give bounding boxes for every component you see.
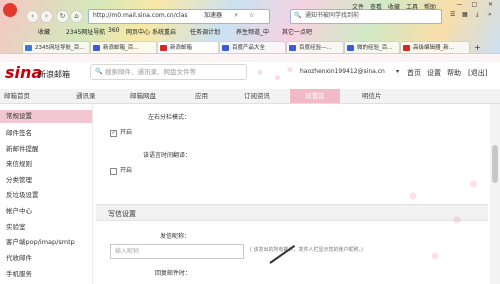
- bookmark-0[interactable]: 收藏: [38, 27, 50, 36]
- bookmark-3[interactable]: 网页中心: [126, 27, 150, 36]
- compose-section-title: 写信设置: [108, 210, 136, 218]
- translate-option: 开启: [120, 167, 133, 174]
- split-mode-option: 开启: [120, 129, 133, 136]
- tab-favicon: [289, 45, 296, 51]
- sidebar-item-account[interactable]: 帐户中心: [0, 205, 92, 218]
- sidebar-item-rules[interactable]: 来信规则: [0, 158, 92, 171]
- address-bar[interactable]: http://m0.mail.sina.com.cn/clas 加速器 ⚡ ☆: [88, 9, 270, 24]
- sidebar-item-antispam[interactable]: 反垃圾设置: [0, 189, 92, 202]
- translate-checkbox[interactable]: [110, 168, 117, 175]
- close-icon[interactable]: ✕: [486, 1, 495, 9]
- tab-favicon: [222, 45, 229, 51]
- download-icon[interactable]: ⤓: [476, 12, 479, 18]
- user-email[interactable]: haozhenxin199412@sina.cn: [300, 68, 385, 75]
- tab-my-jingyan[interactable]: 微的经验_百...: [344, 41, 400, 53]
- link-home[interactable]: 首页: [407, 68, 421, 78]
- sina-logo[interactable]: sina: [5, 63, 42, 82]
- more-icon[interactable]: »: [488, 12, 492, 18]
- minimize-icon[interactable]: —: [455, 1, 464, 9]
- url-suffix: 加速器: [204, 12, 223, 19]
- menu-favorites[interactable]: 收藏: [388, 2, 400, 11]
- tab-sina-mail[interactable]: 新浪邮箱: [157, 41, 219, 53]
- bookmark-4[interactable]: 系统重启: [152, 27, 176, 36]
- bookmark-5[interactable]: 任务调计划: [190, 27, 220, 36]
- mail-search-icon: 🔍: [95, 68, 103, 75]
- browser-search-placeholder: 通知书被同学找到前: [305, 12, 360, 19]
- menu-help[interactable]: 帮助: [424, 2, 436, 11]
- scrollbar-thumb[interactable]: [492, 145, 498, 183]
- reply-label: 回复邮件时：: [155, 270, 192, 277]
- cherry-blossom-decoration: [250, 62, 300, 88]
- sidebar-item-fetch[interactable]: 代收邮件: [0, 252, 92, 265]
- flash-icon: ⚡: [234, 12, 239, 19]
- browser-search-input[interactable]: 🔍 通知书被同学找到前: [290, 9, 442, 24]
- tab-baidu-jingyan[interactable]: 百度经验—...: [286, 41, 344, 53]
- browser-logo-icon: [3, 3, 17, 17]
- apps-icon[interactable]: ▦: [462, 12, 468, 18]
- vertical-scrollbar[interactable]: [490, 104, 500, 284]
- sidebar-item-categories[interactable]: 分类管理: [0, 174, 92, 187]
- translate-label: 该语言时间翻译：: [143, 152, 192, 159]
- mail-search-input[interactable]: 🔍 搜索邮件、通讯录、网盘文件等: [90, 64, 247, 80]
- forward-icon[interactable]: ›: [40, 10, 53, 23]
- home-icon[interactable]: ⌂: [70, 10, 83, 23]
- bookmark-2[interactable]: 360: [108, 27, 119, 34]
- nickname-input[interactable]: 输入昵称: [110, 244, 244, 259]
- menu-icon[interactable]: ☰: [450, 12, 455, 18]
- nickname-hint: ( 该发出的所有邮件，发件人栏显示您的账户昵称。): [250, 247, 363, 253]
- tab-contacts[interactable]: 通讯录: [76, 89, 96, 103]
- new-tab-icon[interactable]: +: [474, 43, 481, 52]
- tab-netdisk[interactable]: 邮箱网盘: [130, 89, 156, 103]
- tab-baidu-products[interactable]: 百度产品大全: [219, 41, 286, 53]
- sidebar-item-notify[interactable]: 新邮件提醒: [0, 143, 92, 156]
- split-mode-checkbox[interactable]: ✓: [110, 130, 117, 137]
- bookmark-7[interactable]: 其它一点吧: [282, 27, 312, 36]
- tab-favicon: [160, 45, 167, 51]
- menu-file[interactable]: 文件: [352, 2, 364, 11]
- user-dropdown-icon[interactable]: ▾: [396, 68, 399, 75]
- link-help[interactable]: 帮助: [447, 68, 461, 78]
- maximize-icon[interactable]: □: [470, 1, 479, 9]
- split-mode-label: 左右分栏模式：: [148, 114, 191, 121]
- menu-tools[interactable]: 工具: [406, 2, 418, 11]
- tab-2345[interactable]: 2345网址导航_百...: [22, 41, 90, 53]
- tab-favicon: [25, 45, 32, 51]
- tab-postcard[interactable]: 明信片: [362, 89, 382, 103]
- menu-view[interactable]: 查看: [370, 2, 382, 11]
- sidebar-item-general[interactable]: 常规设置: [0, 110, 92, 123]
- tab-settings[interactable]: 设置区: [290, 89, 340, 103]
- tab-favicon: [93, 45, 100, 51]
- nickname-label: 发信昵称：: [160, 233, 191, 240]
- sina-mail-title: 新浪邮箱: [38, 70, 70, 79]
- sidebar-item-client[interactable]: 客户端pop/imap/smtp: [0, 236, 92, 249]
- tab-favicon: [403, 45, 410, 51]
- url-text: http://m0.mail.sina.com.cn/clas: [93, 12, 188, 19]
- star-icon[interactable]: ☆: [249, 13, 254, 19]
- tab-apps[interactable]: 应用: [195, 89, 208, 103]
- link-logout[interactable]: [退出]: [468, 68, 487, 78]
- tab-editor[interactable]: 高级编辑器_新...: [400, 41, 470, 53]
- nickname-placeholder: 输入昵称: [115, 248, 140, 255]
- tab-favicon: [347, 45, 354, 51]
- tab-sina-mail-baidu[interactable]: 新浪邮箱_百...: [90, 41, 157, 53]
- refresh-icon[interactable]: ↻: [56, 10, 69, 23]
- tab-subscription[interactable]: 订阅资讯: [244, 89, 270, 103]
- search-icon: 🔍: [294, 12, 302, 19]
- bookmark-6[interactable]: 养生频道_中: [236, 27, 269, 36]
- sidebar-item-signature[interactable]: 邮件签名: [0, 127, 92, 140]
- bookmark-1[interactable]: 2345网址导航: [66, 27, 105, 36]
- blossom-watermark: [380, 160, 490, 280]
- sidebar-item-lab[interactable]: 实验室: [0, 221, 92, 234]
- tab-inbox-home[interactable]: 邮箱首页: [4, 89, 30, 103]
- back-icon[interactable]: ‹: [26, 10, 39, 23]
- sidebar-item-mobile[interactable]: 手机服务: [0, 268, 92, 281]
- link-settings[interactable]: 设置: [427, 68, 441, 78]
- mail-search-placeholder: 搜索邮件、通讯录、网盘文件等: [105, 68, 196, 76]
